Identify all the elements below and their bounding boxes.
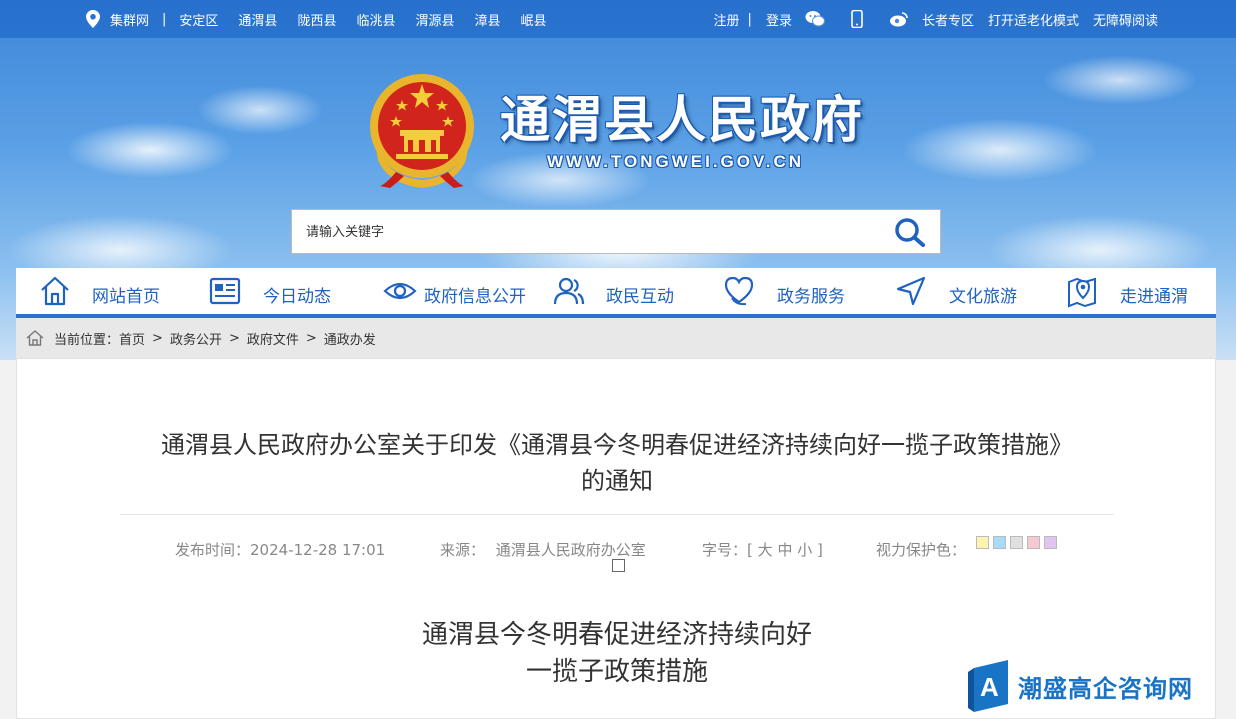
search-box <box>291 209 941 254</box>
eye-care-label: 视力保护色： <box>876 541 967 559</box>
font-size-large[interactable]: 大 <box>758 541 773 559</box>
people-icon <box>553 277 585 305</box>
eye-color-swatch-purple[interactable] <box>1044 536 1057 549</box>
navigation-icon <box>896 276 926 306</box>
nav-label-info-disclosure: 政府信息公开 <box>424 287 526 307</box>
site-url: WWW.TONGWEI.GOV.CN <box>547 152 805 171</box>
nav-label-culture-tourism: 文化旅游 <box>949 287 1017 307</box>
breadcrumb-arrow: > <box>228 330 240 346</box>
nav-item-interaction[interactable]: 政民互动 <box>552 268 692 314</box>
font-size-bracket-close: ] <box>817 541 823 559</box>
site-title: 通渭县人民政府 <box>500 91 864 149</box>
breadcrumb-tongzhengbanfa[interactable]: 通政办发 <box>324 329 376 348</box>
nav-item-services[interactable]: 政务服务 <box>722 268 862 314</box>
breadcrumb: 当前位置： 首页 > 政务公开 > 政府文件 > 通政办发 <box>16 318 1216 358</box>
checkbox[interactable] <box>612 559 625 572</box>
accessible-reading-link[interactable]: 无障碍阅读 <box>1093 10 1158 29</box>
elder-zone-link[interactable]: 长者专区 <box>922 10 974 29</box>
source-label: 来源： <box>440 541 486 559</box>
publish-time: 2024-12-28 17:01 <box>250 541 386 559</box>
nav-item-culture-tourism[interactable]: 文化旅游 <box>894 268 1034 314</box>
breadcrumb-arrow: > <box>152 330 163 346</box>
nav-label-news: 今日动态 <box>263 287 331 307</box>
eye-color-swatch-pink[interactable] <box>1027 536 1040 549</box>
county-link-tongwei[interactable]: 通渭县 <box>238 10 277 29</box>
search-input[interactable] <box>306 220 866 244</box>
divider <box>120 514 1114 515</box>
svg-text:A: A <box>980 672 999 702</box>
eye-icon <box>383 282 417 300</box>
elderly-mode-toggle[interactable]: 打开适老化模式 <box>988 10 1079 29</box>
county-link-weiyuan[interactable]: 渭源县 <box>415 10 454 29</box>
watermark: A 潮盛高企咨询网 <box>968 656 1208 716</box>
breadcrumb-arrow: > <box>305 330 317 346</box>
heart-hand-icon <box>724 276 754 306</box>
login-link[interactable]: 登录 <box>766 10 792 29</box>
publish-info: 发布时间：2024-12-28 17:01 <box>175 539 385 560</box>
nav-label-home: 网站首页 <box>92 287 160 307</box>
county-link-longxi[interactable]: 陇西县 <box>297 10 336 29</box>
watermark-text: 潮盛高企咨询网 <box>1018 673 1193 703</box>
article-subtitle-line1: 通渭县今冬明春促进经济持续向好 <box>421 620 812 650</box>
breadcrumb-gov-affairs[interactable]: 政务公开 <box>170 329 222 348</box>
eye-color-swatch-blue[interactable] <box>993 536 1006 549</box>
mobile-icon[interactable] <box>850 10 864 28</box>
nav-item-news[interactable]: 今日动态 <box>208 268 348 314</box>
county-link-zhangxian[interactable]: 漳县 <box>474 10 500 29</box>
top-bar: 集群网 | 安定区 通渭县 陇西县 临洮县 渭源县 漳县 岷县 注册 | 登录 … <box>0 0 1236 38</box>
breadcrumb-prefix: 当前位置： <box>54 332 120 348</box>
eye-color-swatch-gray[interactable] <box>1010 536 1023 549</box>
nav-item-about-tongwei[interactable]: 走进通渭 <box>1066 268 1216 314</box>
separator: | <box>747 11 752 27</box>
national-emblem-logo <box>370 74 474 188</box>
county-link-lintao[interactable]: 临洮县 <box>356 10 395 29</box>
weibo-icon[interactable] <box>888 10 910 28</box>
nav-item-home[interactable]: 网站首页 <box>38 268 178 314</box>
source-info: 来源： 通渭县人民政府办公室 <box>440 539 646 560</box>
publish-label: 发布时间： <box>175 541 251 559</box>
font-size-bracket-open: [ <box>747 541 753 559</box>
home-icon <box>26 330 44 346</box>
font-size-medium[interactable]: 中 <box>777 541 792 559</box>
eye-color-swatch-yellow[interactable] <box>976 536 989 549</box>
font-size-label: 字号： <box>702 541 748 559</box>
article-title-line1: 通渭县人民政府办公室关于印发《通渭县今冬明春促进经济持续向好一揽子政策措施》 <box>161 431 1073 459</box>
map-pin-icon <box>1068 277 1096 308</box>
nav-item-info-disclosure[interactable]: 政府信息公开 <box>381 268 541 314</box>
register-link[interactable]: 注册 <box>714 10 740 29</box>
breadcrumb-gov-docs[interactable]: 政府文件 <box>247 329 299 348</box>
separator: | <box>162 11 167 27</box>
nav-label-interaction: 政民互动 <box>606 287 674 307</box>
home-icon <box>41 276 69 306</box>
nav-label-services: 政务服务 <box>777 287 845 307</box>
watermark-logo: A <box>968 660 1008 712</box>
county-link-anding[interactable]: 安定区 <box>179 10 218 29</box>
wechat-icon[interactable] <box>804 10 826 28</box>
font-size-control: 字号：[ 大 中 小 ] <box>702 539 823 560</box>
main-nav: 网站首页 今日动态 政府信息公开 政民互动 政务服务 文化旅游 走进通渭 <box>16 268 1216 318</box>
county-link-minxian[interactable]: 岷县 <box>521 10 547 29</box>
location-pin-icon <box>86 10 100 28</box>
article-title-line2: 的通知 <box>581 467 653 495</box>
article-title: 通渭县人民政府办公室关于印发《通渭县今冬明春促进经济持续向好一揽子政策措施》 的… <box>17 427 1217 499</box>
font-size-small[interactable]: 小 <box>797 541 812 559</box>
nav-label-about-tongwei: 走进通渭 <box>1120 287 1188 307</box>
news-icon <box>209 277 241 305</box>
source-value: 通渭县人民政府办公室 <box>495 541 646 559</box>
breadcrumb-home[interactable]: 首页 <box>119 329 145 348</box>
site-group-link[interactable]: 集群网 <box>110 10 149 29</box>
search-icon[interactable] <box>894 217 926 247</box>
